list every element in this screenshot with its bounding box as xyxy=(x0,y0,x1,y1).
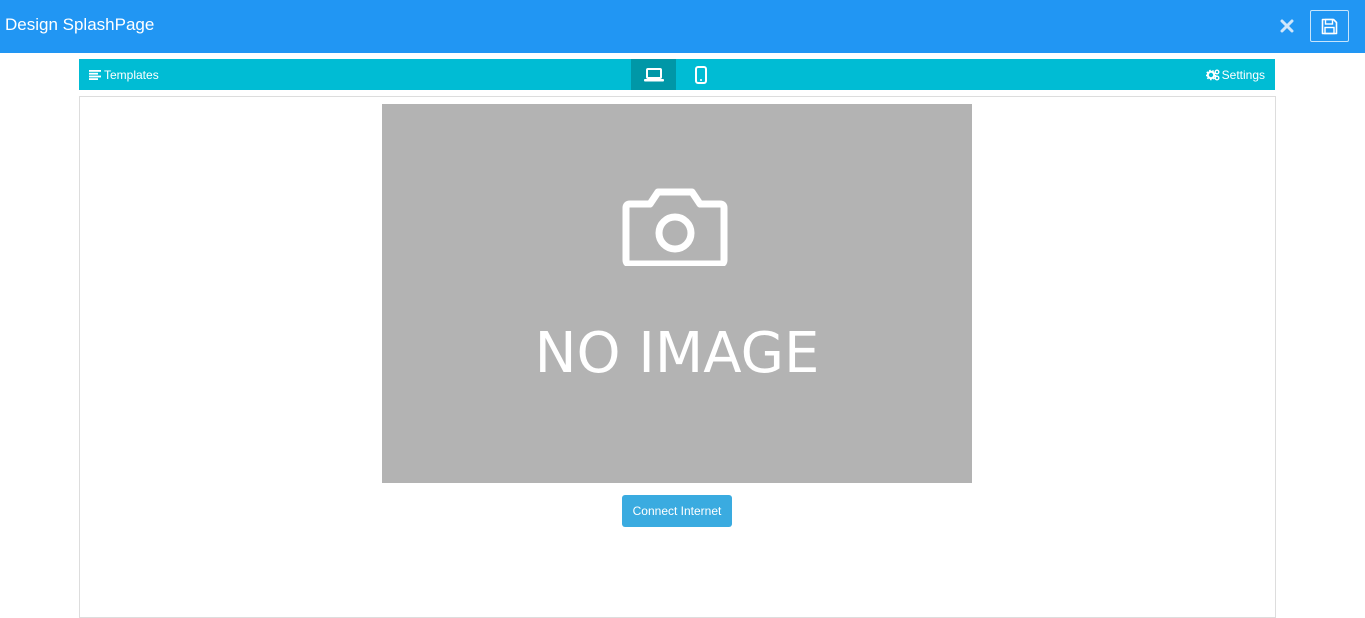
header-bar: Design SplashPage xyxy=(0,0,1365,53)
templates-button[interactable]: Templates xyxy=(89,59,159,90)
laptop-icon xyxy=(643,67,664,81)
close-button[interactable] xyxy=(1277,16,1297,36)
settings-button[interactable]: Settings xyxy=(1205,59,1265,90)
camera-icon xyxy=(622,188,728,266)
floppy-disk-icon xyxy=(1321,18,1338,34)
page-title: Design SplashPage xyxy=(5,15,155,34)
connect-internet-button[interactable]: Connect Internet xyxy=(622,495,732,527)
desktop-view-button[interactable] xyxy=(631,59,676,90)
mobile-view-button[interactable] xyxy=(678,59,723,90)
list-icon xyxy=(89,69,101,80)
editor-toolbar: Templates Settings xyxy=(79,59,1275,90)
mobile-phone-icon xyxy=(694,65,707,84)
image-placeholder[interactable]: NO IMAGE xyxy=(382,104,972,483)
settings-label: Settings xyxy=(1221,67,1265,82)
save-button[interactable] xyxy=(1310,10,1349,42)
close-icon xyxy=(1280,19,1294,33)
templates-label: Templates xyxy=(104,67,159,82)
design-canvas: NO IMAGE Connect Internet xyxy=(79,96,1276,618)
no-image-text: NO IMAGE xyxy=(534,321,820,386)
gears-icon xyxy=(1205,69,1220,80)
